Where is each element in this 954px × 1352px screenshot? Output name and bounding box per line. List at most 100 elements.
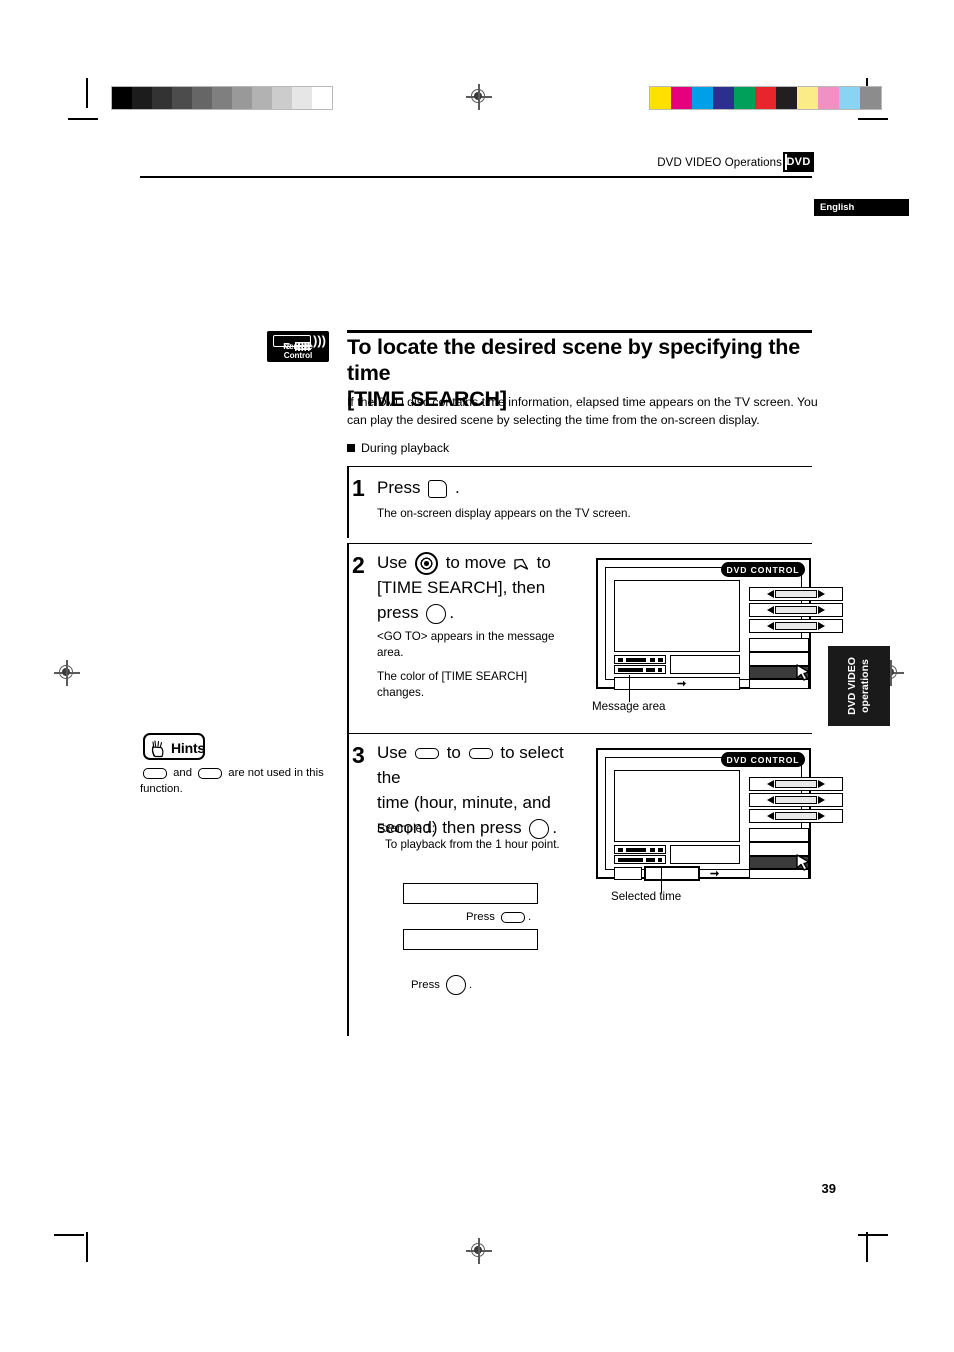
- step-1-left-rule: [347, 466, 349, 538]
- registration-mark-top: [466, 84, 492, 110]
- remote-control-badge-label: Remote Control: [283, 342, 313, 360]
- step-2-word-press: press: [377, 603, 419, 623]
- example-press-word-1: Press: [466, 911, 495, 923]
- tv-screen-figure-2: DVD CONTROL ➞: [596, 748, 843, 881]
- header-divider: [140, 176, 812, 178]
- step-2-number: 2: [352, 552, 365, 578]
- example-press-period-2: .: [469, 978, 473, 991]
- dvd-control-slider-4: [749, 777, 843, 791]
- crop-mark-bottom-right-v: [866, 1232, 868, 1262]
- step-3-number: 3: [352, 742, 365, 768]
- step-2-period: .: [449, 603, 455, 623]
- step-2-description-line-2: The color of [TIME SEARCH] changes.: [377, 670, 528, 699]
- step-2-instruction: Use to move to [TIME SEARCH], then press…: [377, 550, 587, 625]
- dvd-control-panel-title-2: DVD CONTROL: [721, 752, 805, 767]
- figure-caption-1: Message area: [592, 700, 666, 713]
- subsection-heading-label: During playback: [361, 441, 450, 455]
- registration-mark-bottom: [466, 1238, 492, 1264]
- step-2-description-line-1: <GO TO> appears in the message area.: [377, 630, 555, 659]
- color-calibration-strip: [649, 86, 882, 110]
- step-3-example-text: To playback from the 1 hour point.: [385, 838, 560, 851]
- example-press-label-1: Press .: [466, 911, 531, 923]
- on-screen-display-key-icon: [428, 479, 448, 498]
- step-1-instruction-period: .: [454, 478, 460, 497]
- grayscale-swatch-9: [292, 87, 312, 109]
- dvd-control-item-5[interactable]: [749, 828, 809, 842]
- step-1-instruction: Press .: [377, 475, 460, 500]
- dvd-format-badge: DVD: [783, 152, 814, 172]
- bullet-square-icon: [347, 444, 355, 452]
- hints-text: and are not used in this function.: [140, 765, 340, 797]
- side-tab-line-1: DVD VIDEO: [846, 657, 858, 715]
- figure-caption-2: Selected time: [611, 890, 682, 903]
- running-header-title: DVD VIDEO Operations: [657, 157, 782, 169]
- time-field-selected[interactable]: [644, 866, 700, 881]
- video-area-2: [614, 770, 740, 842]
- step-3-top-rule: [347, 733, 812, 734]
- cursor-pointer-icon: [513, 555, 530, 572]
- status-meter-3: [614, 845, 666, 854]
- hints-text-rest: are not used in this function.: [140, 767, 324, 795]
- color-swatch-1: [671, 87, 692, 109]
- info-panel-1: [670, 655, 740, 674]
- dvd-control-slider-6: [749, 809, 843, 823]
- step-2-line-2: [TIME SEARCH], then: [377, 578, 546, 598]
- hints-text-and: and: [173, 767, 192, 779]
- on-screen-cursor-1: [794, 663, 811, 682]
- registration-mark-left: [54, 660, 80, 686]
- color-swatch-4: [734, 87, 755, 109]
- grayscale-swatch-2: [152, 87, 172, 109]
- page-number: 39: [821, 1181, 836, 1196]
- subsection-heading: During playback: [347, 441, 449, 455]
- time-field-hour[interactable]: [614, 867, 642, 880]
- cursor-pill-key-icon: [501, 911, 526, 923]
- crop-mark-top-left-v: [86, 78, 88, 108]
- caption-leader-2: [661, 866, 662, 893]
- right-cursor-key-icon: [198, 767, 223, 779]
- chapter-side-tab-label: DVD VIDEO operations: [846, 657, 872, 715]
- step-3-word-to-1: to: [446, 743, 461, 762]
- grayscale-swatch-0: [112, 87, 132, 109]
- step-3-word-use: Use: [377, 743, 408, 762]
- left-cursor-key-icon: [143, 767, 167, 779]
- info-panel-2: [670, 845, 740, 864]
- page-title-line-1: To locate the desired scene by specifyin…: [347, 335, 800, 385]
- enter-key-icon: [426, 603, 447, 624]
- section-rule: [347, 330, 812, 333]
- grayscale-swatch-8: [272, 87, 292, 109]
- grayscale-swatch-3: [172, 87, 192, 109]
- tv-screen-figure-1: DVD CONTROL ➞: [596, 558, 843, 690]
- color-swatch-6: [776, 87, 797, 109]
- step-3-example: Example 1: To playback from the 1 hour p…: [377, 821, 597, 853]
- step-3-example-title: Example 1:: [377, 822, 435, 835]
- grayscale-swatch-4: [192, 87, 212, 109]
- dvd-control-slider-5: [749, 793, 843, 807]
- dvd-control-item-1[interactable]: [749, 638, 809, 652]
- example-time-display-2: [403, 929, 538, 950]
- color-swatch-10: [860, 87, 881, 109]
- step-2-left-rule: [347, 543, 349, 733]
- video-area-1: [614, 580, 740, 652]
- down-cursor-key-icon: [468, 748, 493, 760]
- color-swatch-9: [839, 87, 860, 109]
- grayscale-calibration-strip: [111, 86, 333, 110]
- dvd-control-panel-title-1: DVD CONTROL: [721, 562, 805, 577]
- step-1-instruction-text: Press: [377, 478, 421, 497]
- crop-mark-top-left: [68, 118, 98, 120]
- remote-control-badge: ))) Remote Control: [267, 331, 329, 362]
- step-2-word-to: to: [536, 553, 551, 572]
- color-swatch-8: [818, 87, 839, 109]
- step-1-description: The on-screen display appears on the TV …: [377, 507, 631, 520]
- section-intro-text: If the DVD disc contains time informatio…: [347, 395, 818, 427]
- dvd-control-slider-1: [749, 587, 843, 601]
- enter-key-icon-example: [446, 975, 467, 995]
- status-meter-4: [614, 855, 666, 864]
- step-3-line-2: time (hour, minute, and: [377, 793, 551, 812]
- crop-mark-top-right: [858, 118, 888, 120]
- crop-mark-bottom-right: [858, 1234, 888, 1236]
- step-3-left-rule: [347, 733, 349, 1036]
- example-time-display-1: [403, 883, 538, 904]
- grayscale-swatch-10: [312, 87, 332, 109]
- caption-leader-1: [629, 675, 630, 702]
- status-meter-2: [614, 665, 666, 674]
